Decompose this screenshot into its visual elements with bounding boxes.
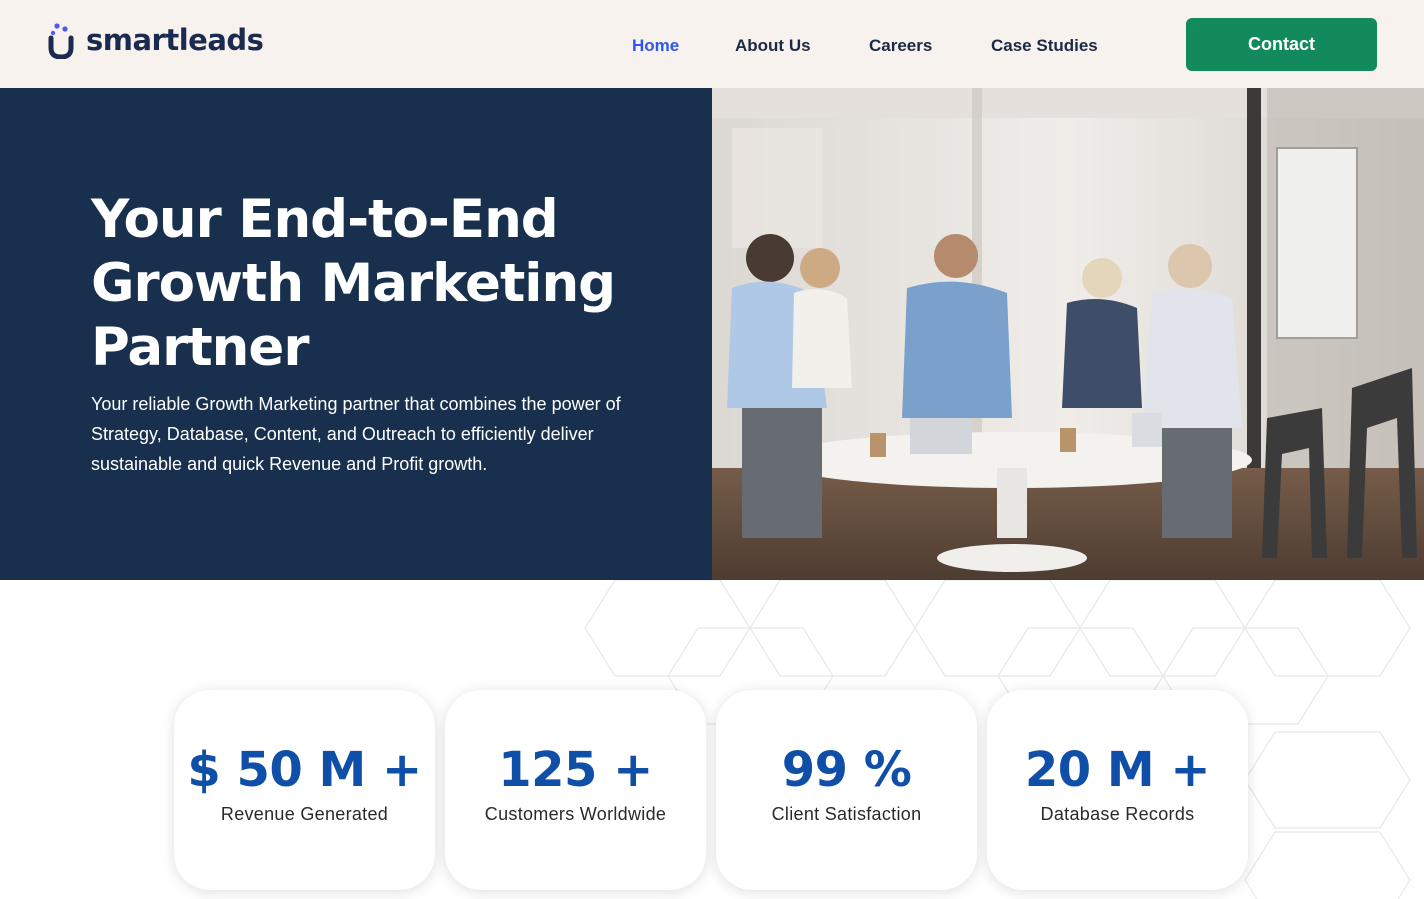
stat-card-customers: 125 + Customers Worldwide: [445, 690, 706, 890]
hero-section: Your End-to-End Growth Marketing Partner…: [0, 88, 712, 580]
stats-section: $ 50 M + Revenue Generated 125 + Custome…: [0, 580, 1424, 899]
stat-card-satisfaction: 99 % Client Satisfaction: [716, 690, 977, 890]
stat-label: Client Satisfaction: [771, 804, 922, 824]
hero-title: Your End-to-End Growth Marketing Partner: [91, 189, 616, 378]
stat-label: Revenue Generated: [220, 804, 389, 824]
site-header: smartleads Home About Us Careers Case St…: [0, 0, 1424, 88]
nav-case-studies[interactable]: Case Studies: [991, 36, 1098, 56]
logo[interactable]: smartleads: [48, 20, 264, 60]
nav-about-us[interactable]: About Us: [735, 36, 811, 56]
stat-value: 99 %: [781, 742, 912, 798]
hero-subtitle: Your reliable Growth Marketing partner t…: [91, 394, 621, 474]
stat-label: Database Records: [1040, 804, 1195, 824]
nav-careers[interactable]: Careers: [869, 36, 932, 56]
contact-button[interactable]: Contact: [1186, 18, 1377, 71]
nav-home[interactable]: Home: [632, 36, 679, 56]
logo-mark-icon: [48, 23, 74, 59]
stat-label: Customers Worldwide: [484, 804, 667, 824]
stat-value: $ 50 M +: [187, 742, 422, 798]
hero-image: [712, 88, 1424, 580]
logo-text: smartleads: [86, 23, 264, 57]
stat-value: 20 M +: [1024, 742, 1211, 798]
stat-value: 125 +: [498, 742, 653, 798]
office-meeting-illustration: [712, 88, 1424, 580]
stat-card-database: 20 M + Database Records: [987, 690, 1248, 890]
stat-card-revenue: $ 50 M + Revenue Generated: [174, 690, 435, 890]
